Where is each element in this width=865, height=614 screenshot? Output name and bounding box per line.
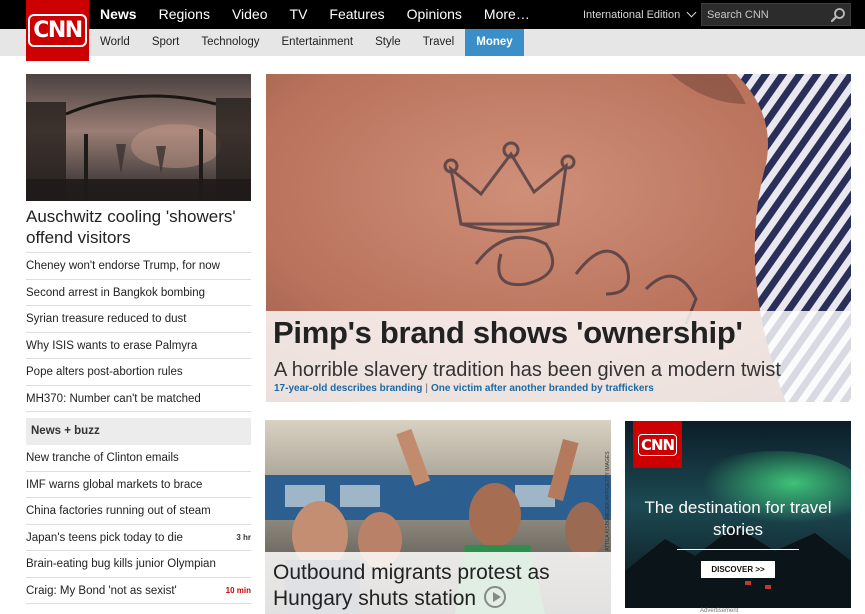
hero-story[interactable]: Pimp's brand shows 'ownership' A horribl…	[266, 74, 851, 402]
story-title: Japan's teens pick today to die	[26, 531, 183, 544]
list-item[interactable]: Syrian treasure reduced to dust	[26, 306, 251, 333]
tab-travel[interactable]: Travel	[412, 29, 466, 56]
nav-video[interactable]: Video	[221, 0, 279, 29]
nav-opinions[interactable]: Opinions	[396, 0, 473, 29]
ad-label: Advertisement	[700, 608, 739, 614]
auschwitz-gate-photo	[26, 74, 251, 201]
lead-story-headline[interactable]: Auschwitz cooling 'showers' offend visit…	[26, 201, 251, 253]
cnn-logo[interactable]: CNN	[26, 0, 89, 61]
ad-divider	[677, 549, 799, 550]
list-item[interactable]: Japan's teens pick today to die 3 hr	[26, 525, 251, 551]
tab-sport[interactable]: Sport	[141, 29, 191, 56]
list-item[interactable]: IMF warns global markets to brace	[26, 472, 251, 498]
tab-money[interactable]: Money	[465, 29, 524, 56]
ad-tagline: The destination for travel stories	[644, 498, 832, 539]
timestamp: 10 min	[225, 585, 251, 595]
play-video-icon[interactable]	[483, 586, 506, 608]
secondary-caption: Outbound migrants protest as Hungary shu…	[265, 552, 611, 614]
search-box	[701, 3, 851, 26]
secondary-headline[interactable]: Outbound migrants protest as Hungary shu…	[273, 560, 603, 612]
nav-features[interactable]: Features	[318, 0, 395, 29]
top-stories-list: Cheney won't endorse Trump, for now Seco…	[26, 253, 251, 412]
story-title: Craig: My Bond 'not as sexist'	[26, 584, 177, 597]
edition-label: International Edition	[583, 8, 681, 21]
news-buzz-heading: News + buzz	[26, 418, 251, 445]
related-links: 17-year-old describes branding | One victi…	[274, 383, 654, 394]
related-link[interactable]: One victim after another branded by traf…	[431, 383, 654, 394]
edition-selector[interactable]: International Edition	[583, 0, 697, 29]
nav-regions[interactable]: Regions	[148, 0, 221, 29]
discover-button[interactable]: DISCOVER >>	[701, 561, 775, 578]
hero-headline[interactable]: Pimp's brand shows 'ownership'	[273, 315, 743, 351]
list-item[interactable]: Brain-eating bug kills junior Olympian	[26, 551, 251, 578]
chevron-down-icon	[686, 7, 697, 17]
nav-news[interactable]: News	[89, 0, 148, 29]
list-item[interactable]: New tranche of Clinton emails	[26, 445, 251, 472]
nav-more[interactable]: More…	[473, 0, 541, 29]
tab-entertainment[interactable]: Entertainment	[271, 29, 365, 56]
related-link[interactable]: 17-year-old describes branding	[274, 383, 422, 394]
story-title: New tranche of Clinton emails	[26, 452, 179, 464]
link-separator: |	[425, 383, 428, 394]
hero-caption: Pimp's brand shows 'ownership' A horribl…	[266, 311, 851, 402]
list-item[interactable]: Pope alters post-abortion rules	[26, 359, 251, 386]
nav-tv[interactable]: TV	[279, 0, 319, 29]
search-icon[interactable]	[830, 7, 846, 23]
list-item[interactable]: China factories running out of steam	[26, 498, 251, 525]
logo-text: CNN	[28, 14, 87, 47]
ad-cnn-logo: CNN	[633, 421, 682, 468]
lead-story-image[interactable]	[26, 74, 251, 201]
photo-credit: ATTILA KISBENEDEK/AFP/GETTY IMAGES	[605, 451, 611, 551]
hero-subheadline[interactable]: A horrible slavery tradition has been gi…	[274, 359, 781, 382]
list-item[interactable]: Cheney won't endorse Trump, for now	[26, 253, 251, 280]
search-input[interactable]	[707, 7, 827, 22]
tab-style[interactable]: Style	[364, 29, 412, 56]
timestamp: 3 hr	[236, 532, 251, 542]
list-item[interactable]: Second arrest in Bangkok bombing	[26, 280, 251, 306]
ad-logo-text: CNN	[637, 433, 678, 456]
left-column: Auschwitz cooling 'showers' offend visit…	[26, 74, 251, 604]
story-title: IMF warns global markets to brace	[26, 478, 203, 491]
story-title: Brain-eating bug kills junior Olympian	[26, 558, 216, 570]
news-buzz-list: New tranche of Clinton emails IMF warns …	[26, 445, 251, 604]
tab-technology[interactable]: Technology	[190, 29, 270, 56]
main-navigation: News Regions Video TV Features Opinions …	[89, 0, 541, 29]
list-item[interactable]: MH370: Number can't be matched	[26, 386, 251, 412]
section-navigation: World Sport Technology Entertainment Sty…	[89, 29, 524, 56]
list-item[interactable]: Craig: My Bond 'not as sexist' 10 min	[26, 578, 251, 604]
tab-world[interactable]: World	[89, 29, 141, 56]
list-item[interactable]: Why ISIS wants to erase Palmyra	[26, 333, 251, 359]
story-title: China factories running out of steam	[26, 505, 211, 517]
secondary-story[interactable]: Outbound migrants protest as Hungary shu…	[265, 420, 611, 614]
secondary-headline-text: Outbound migrants protest as Hungary shu…	[273, 561, 550, 610]
advertisement[interactable]: CNN The destination for travel stories D…	[625, 421, 851, 608]
